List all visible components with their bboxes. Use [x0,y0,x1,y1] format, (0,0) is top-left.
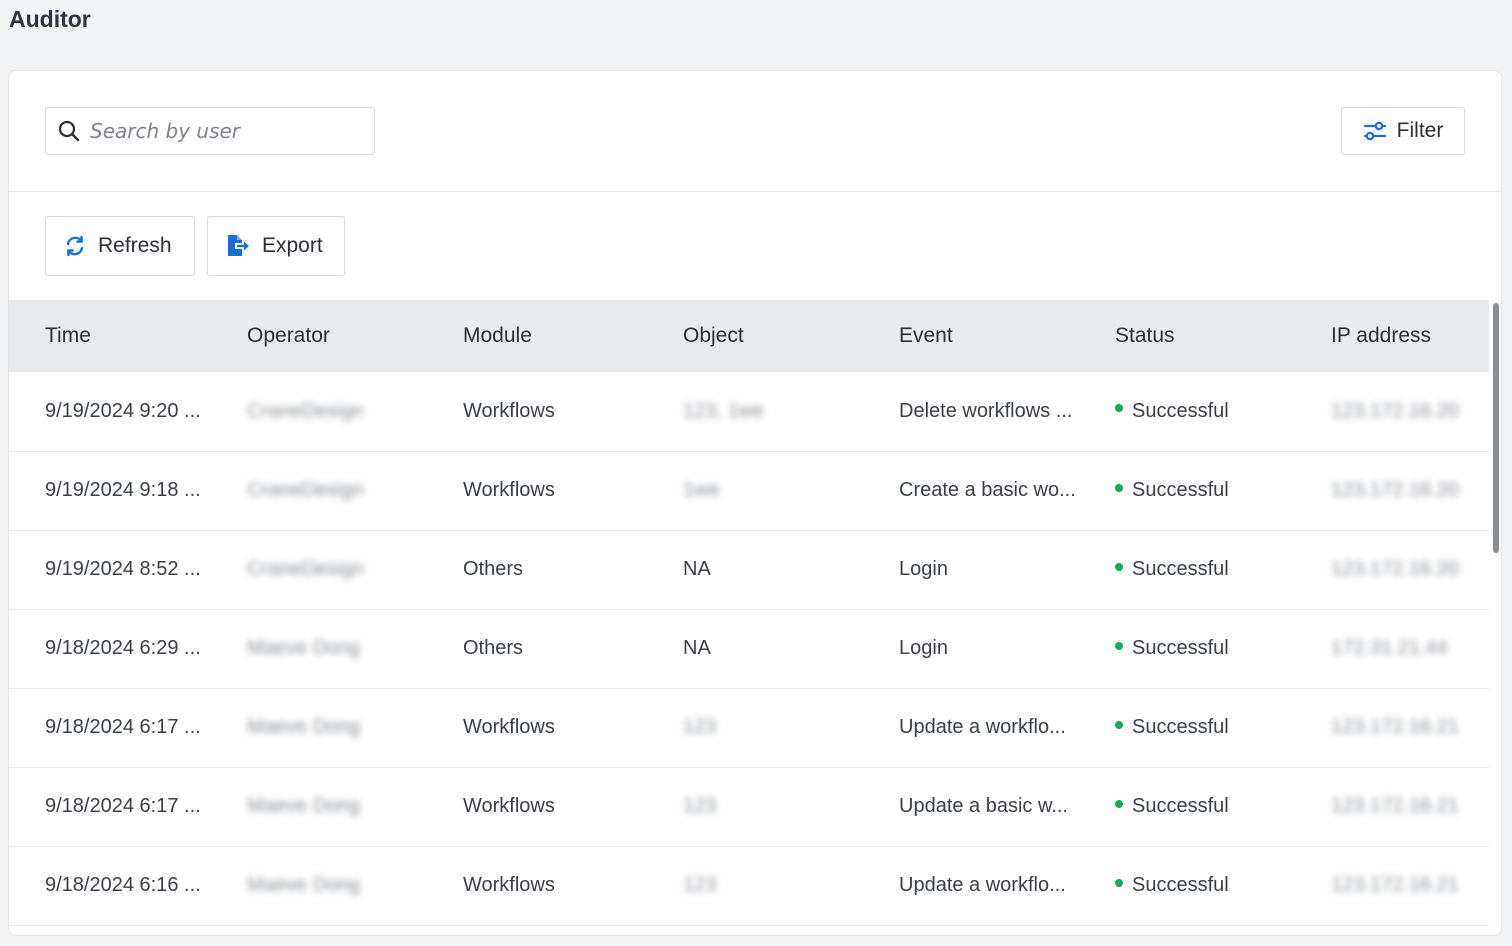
cell-object: 123 [647,688,863,767]
status-success-dot [1115,563,1123,571]
page-title: Auditor [9,6,91,33]
column-header-ip-address[interactable]: IP address [1295,300,1489,372]
refresh-button[interactable]: Refresh [45,216,195,276]
cell-operator: CraneDesign [211,530,427,609]
status-success-dot [1115,721,1123,729]
scrollbar-thumb[interactable] [1493,303,1499,553]
cell-operator: Maeve Dong [211,767,427,846]
cell-status: Successful [1079,609,1295,688]
cell-operator: Maeve Dong [211,609,427,688]
cell-time: 9/19/2024 9:20 ... [9,372,211,451]
search-box[interactable] [45,107,375,155]
cell-ip: 123.172.16.21 [1295,688,1489,767]
column-header-time[interactable]: Time [9,300,211,372]
cell-module: Workflows [427,451,647,530]
filter-button[interactable]: Filter [1341,107,1465,155]
table-header-row: Time Operator Module Object Event Status… [9,300,1489,372]
column-header-module[interactable]: Module [427,300,647,372]
cell-module: Workflows [427,767,647,846]
cell-ip: 123.172.16.21 [1295,767,1489,846]
cell-module: Others [427,609,647,688]
export-button[interactable]: Export [207,216,345,276]
column-header-event[interactable]: Event [863,300,1079,372]
cell-time: 9/19/2024 9:18 ... [9,451,211,530]
table-row[interactable]: 9/18/2024 6:29 ... Maeve Dong Others NA … [9,609,1489,688]
table-row[interactable]: 9/19/2024 9:20 ... CraneDesign Workflows… [9,372,1489,451]
cell-operator: CraneDesign [211,372,427,451]
cell-ip: 172.31.21.44 [1295,609,1489,688]
filter-icon [1363,120,1387,142]
cell-status: Successful [1079,372,1295,451]
search-input[interactable] [90,119,360,143]
cell-ip: 123.172.16.20 [1295,372,1489,451]
cell-module: Workflows [427,688,647,767]
status-text: Successful [1132,479,1229,501]
divider [9,191,1501,192]
cell-event: Update a basic w... [863,767,1079,846]
cell-module: Workflows [427,372,647,451]
cell-status: Successful [1079,846,1295,925]
status-text: Successful [1132,637,1229,659]
cell-operator: Maeve Dong [211,846,427,925]
refresh-label: Refresh [98,234,172,258]
table-row[interactable]: 9/19/2024 9:18 ... CraneDesign Workflows… [9,451,1489,530]
cell-operator: CraneDesign [211,451,427,530]
table-row[interactable]: 9/18/2024 6:17 ... Maeve Dong Workflows … [9,767,1489,846]
cell-event: Login [863,530,1079,609]
cell-object: 1we [647,451,863,530]
cell-time: 9/18/2024 6:16 ... [9,846,211,925]
table-row[interactable]: 9/18/2024 6:17 ... Maeve Dong Workflows … [9,688,1489,767]
cell-status: Successful [1079,767,1295,846]
cell-status: Successful [1079,451,1295,530]
column-header-object[interactable]: Object [647,300,863,372]
status-success-dot [1115,404,1123,412]
status-success-dot [1115,879,1123,887]
cell-event: Delete workflows ... [863,372,1079,451]
cell-time: 9/19/2024 8:52 ... [9,530,211,609]
cell-event: Create a basic wo... [863,451,1079,530]
column-header-operator[interactable]: Operator [211,300,427,372]
export-icon [226,234,250,258]
status-success-dot [1115,800,1123,808]
cell-status: Successful [1079,530,1295,609]
status-text: Successful [1132,795,1229,817]
cell-status: Successful [1079,688,1295,767]
table-row[interactable]: 9/18/2024 6:16 ... Maeve Dong Workflows … [9,846,1489,925]
cell-event: Update a workflo... [863,688,1079,767]
audit-table: Time Operator Module Object Event Status… [9,300,1489,936]
status-text: Successful [1132,716,1229,738]
cell-operator: Maeve Dong [211,688,427,767]
cell-event: Update a workflo... [863,846,1079,925]
cell-object: 123 [647,767,863,846]
cell-object: 123, 1we [647,372,863,451]
cell-time: 9/18/2024 6:29 ... [9,609,211,688]
refresh-icon [64,235,86,257]
auditor-card: Filter Refresh Export Time Operator Modu… [8,70,1502,936]
cell-time: 9/18/2024 6:17 ... [9,767,211,846]
cell-ip: 123.172.16.20 [1295,530,1489,609]
cell-time: 9/18/2024 6:17 ... [9,688,211,767]
status-text: Successful [1132,874,1229,896]
status-text: Successful [1132,400,1229,422]
table-row[interactable]: 9/19/2024 8:52 ... CraneDesign Others NA… [9,530,1489,609]
status-success-dot [1115,642,1123,650]
search-icon [58,120,80,142]
cell-object: NA [647,609,863,688]
filter-label: Filter [1397,119,1444,143]
status-success-dot [1115,484,1123,492]
export-label: Export [262,234,323,258]
status-text: Successful [1132,558,1229,580]
cell-object: 123 [647,846,863,925]
cell-module: Others [427,530,647,609]
cell-object: NA [647,530,863,609]
cell-module: Workflows [427,846,647,925]
cell-ip: 123.172.16.20 [1295,451,1489,530]
column-header-status[interactable]: Status [1079,300,1295,372]
cell-ip: 123.172.16.21 [1295,846,1489,925]
cell-event: Login [863,609,1079,688]
